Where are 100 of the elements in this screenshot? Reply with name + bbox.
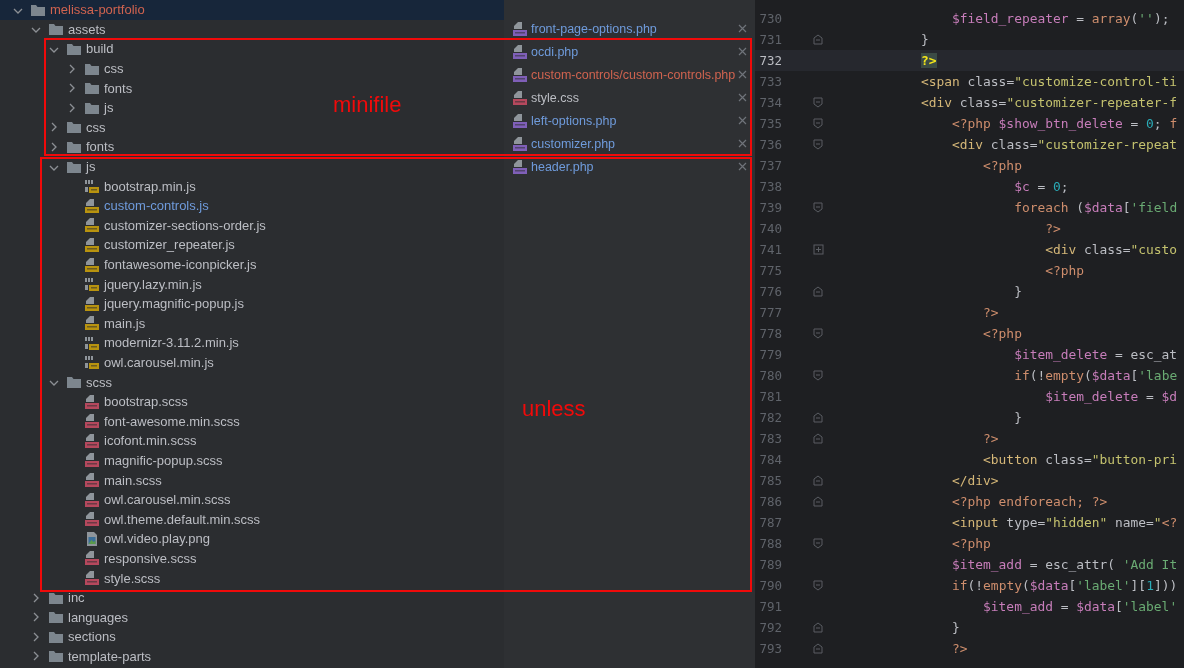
- fold-icon[interactable]: [813, 202, 824, 213]
- tree-item[interactable]: customizer-sections-order.js: [0, 215, 272, 236]
- fold-icon[interactable]: [813, 328, 824, 339]
- fold-icon[interactable]: [813, 538, 824, 549]
- tree-item[interactable]: css: [0, 58, 130, 79]
- tree-item[interactable]: font-awesome.min.scss: [0, 411, 246, 432]
- close-icon[interactable]: [738, 24, 747, 33]
- fold-icon[interactable]: [813, 370, 824, 381]
- tree-item[interactable]: bootstrap.scss: [0, 391, 194, 412]
- line-number: 788: [758, 536, 782, 551]
- line-number: 778: [758, 326, 782, 341]
- line-number: 739: [758, 200, 782, 215]
- js-file-icon: [84, 236, 100, 253]
- tree-item[interactable]: responsive.scss: [0, 548, 203, 569]
- code-line: <?php: [1044, 263, 1084, 278]
- close-icon[interactable]: [738, 162, 747, 171]
- sass-file-icon: [84, 550, 100, 567]
- line-number: 784: [758, 452, 782, 467]
- tree-item[interactable]: template-parts: [0, 646, 158, 667]
- fold-icon[interactable]: [813, 496, 824, 507]
- open-file-item[interactable]: left-options.php: [504, 109, 755, 132]
- open-file-item[interactable]: front-page-options.php: [504, 17, 755, 40]
- folder-icon: [85, 62, 99, 75]
- tree-item[interactable]: inc: [0, 587, 91, 608]
- tree-item[interactable]: owl.carousel.min.js: [0, 352, 220, 373]
- tree-item[interactable]: style.scss: [0, 568, 167, 588]
- sass-file-icon: [84, 472, 100, 489]
- tree-item[interactable]: modernizr-3.11.2.min.js: [0, 333, 245, 353]
- fold-icon[interactable]: [813, 580, 824, 591]
- tree-item[interactable]: assets: [0, 19, 112, 40]
- open-file-item[interactable]: customizer.php: [504, 132, 755, 155]
- line-number: 775: [758, 263, 782, 278]
- tree-item[interactable]: languages: [0, 607, 134, 627]
- tree-item[interactable]: fonts: [0, 78, 139, 98]
- tree-item[interactable]: js: [0, 156, 102, 177]
- close-icon[interactable]: [738, 139, 747, 148]
- tree-item[interactable]: bootstrap.min.js: [0, 176, 202, 196]
- tree-item[interactable]: sections: [0, 627, 122, 647]
- line-number: 789: [758, 557, 782, 572]
- open-file-item[interactable]: style.css: [504, 86, 755, 109]
- tree-item[interactable]: build: [0, 39, 120, 59]
- php-file-icon: [512, 158, 528, 175]
- php-file-icon: [512, 20, 528, 37]
- code-line: $c = 0;: [1013, 179, 1069, 194]
- annotation-label: minifile: [333, 92, 402, 118]
- code-line: ?>: [982, 431, 999, 446]
- fold-icon[interactable]: [813, 475, 824, 486]
- line-number: 780: [758, 368, 782, 383]
- fold-icon[interactable]: [813, 139, 824, 150]
- tree-item[interactable]: magnific-popup.scss: [0, 450, 229, 471]
- fold-icon[interactable]: [813, 286, 824, 297]
- js-file-icon: [84, 276, 100, 293]
- line-number: 741: [758, 242, 782, 257]
- line-number: 782: [758, 410, 782, 425]
- tree-item[interactable]: js: [0, 97, 120, 118]
- fold-icon[interactable]: [813, 34, 824, 45]
- line-number: 737: [758, 158, 782, 173]
- fold-icon[interactable]: [813, 97, 824, 108]
- tree-item[interactable]: scss: [0, 372, 118, 392]
- expand-fold-icon[interactable]: [813, 244, 824, 255]
- tree-item[interactable]: main.scss: [0, 470, 168, 490]
- close-icon[interactable]: [738, 93, 747, 102]
- code-line: $item_add = $data['label': [982, 599, 1178, 614]
- tree-item[interactable]: owl.video.play.png: [0, 529, 216, 549]
- code-line: $item_delete = esc_at: [1013, 347, 1178, 362]
- code-line: <?php $show_btn_delete = 0; f: [951, 116, 1178, 131]
- close-icon[interactable]: [738, 70, 747, 79]
- tree-item[interactable]: main.js: [0, 313, 152, 334]
- fold-icon[interactable]: [813, 622, 824, 633]
- tree-item[interactable]: fontawesome-iconpicker.js: [0, 254, 263, 275]
- fold-icon[interactable]: [813, 433, 824, 444]
- tree-item[interactable]: custom-controls.js: [0, 195, 215, 216]
- code-line: <div class="custo: [1044, 242, 1178, 257]
- fold-icon[interactable]: [813, 118, 824, 129]
- tree-item[interactable]: customizer_repeater.js: [0, 235, 241, 255]
- tree-item[interactable]: css: [0, 117, 112, 138]
- line-number: 738: [758, 179, 782, 194]
- fold-icon[interactable]: [813, 412, 824, 423]
- open-file-item[interactable]: custom-controls/custom-controls.php: [504, 63, 755, 86]
- sass-file-icon: [84, 511, 100, 528]
- tree-item[interactable]: icofont.min.scss: [0, 431, 203, 451]
- sass-file-icon: [84, 491, 100, 508]
- open-file-item[interactable]: header.php: [504, 155, 755, 178]
- tree-item[interactable]: melissa-portfolio: [0, 0, 504, 20]
- line-number: 787: [758, 515, 782, 530]
- fold-icon[interactable]: [813, 643, 824, 654]
- open-file-item[interactable]: ocdi.php: [504, 40, 755, 63]
- code-line: $field_repeater = array('');: [951, 11, 1170, 26]
- tree-item[interactable]: owl.theme.default.min.scss: [0, 509, 267, 530]
- js-file-icon: [84, 334, 100, 351]
- close-icon[interactable]: [738, 116, 747, 125]
- tree-item[interactable]: jquery.magnific-popup.js: [0, 293, 250, 314]
- tree-item[interactable]: owl.carousel.min.scss: [0, 489, 237, 510]
- code-line: <?php: [982, 158, 1022, 173]
- tree-item[interactable]: jquery.lazy.min.js: [0, 274, 208, 294]
- folder-icon: [67, 376, 81, 389]
- folder-icon: [49, 630, 63, 643]
- close-icon[interactable]: [738, 47, 747, 56]
- tree-item[interactable]: fonts: [0, 137, 121, 157]
- code-line: }: [1013, 284, 1022, 299]
